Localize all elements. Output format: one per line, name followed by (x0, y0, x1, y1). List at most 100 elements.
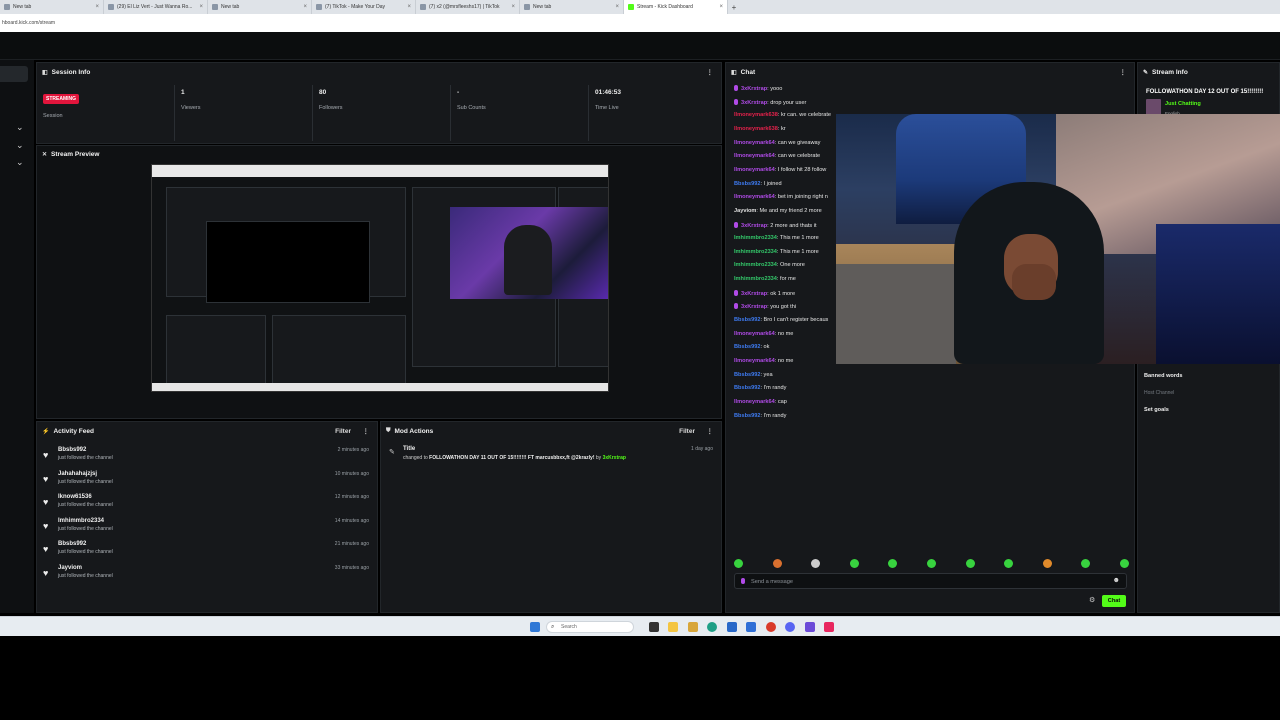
chevron-down-icon[interactable]: ⌄ (16, 122, 24, 133)
chat-username[interactable]: 3xKrxtrap (741, 100, 767, 106)
chevron-down-icon[interactable]: ⌄ (16, 140, 24, 151)
chat-username[interactable]: Bbsbs992 (734, 181, 760, 187)
activity-username[interactable]: Jahahahajzjsj (58, 471, 97, 477)
emote-icon[interactable] (888, 559, 898, 568)
mod-action-user[interactable]: 3xKrxtrap (603, 455, 626, 461)
chat-username[interactable]: llmoneymark64 (734, 167, 775, 173)
chat-username[interactable]: 3xKrxtrap (741, 304, 767, 310)
outlook-icon[interactable] (746, 622, 756, 632)
session-menu-icon[interactable]: ⋮ (707, 68, 714, 76)
activity-username[interactable]: Jayviom (58, 565, 82, 571)
app-icon[interactable] (805, 622, 815, 632)
discord-icon[interactable] (785, 622, 795, 632)
close-icon[interactable]: × (719, 4, 723, 10)
stream-preview-video[interactable] (151, 164, 609, 392)
chat-username[interactable]: Bbsbs992 (734, 372, 760, 378)
send-chat-button[interactable]: Chat (1102, 595, 1126, 607)
emote-icon[interactable] (1004, 559, 1014, 568)
stream-title[interactable]: FOLLOWATHON DAY 12 OUT OF 15!!!!!!!! (1146, 89, 1263, 95)
close-icon[interactable]: × (199, 4, 203, 10)
chat-menu-icon[interactable]: ⋮ (1120, 68, 1127, 76)
activity-feed-header: ⚡ Activity Feed Filter ⋮ (37, 422, 377, 440)
chat-text: ok (763, 344, 770, 351)
emote-icon[interactable] (1042, 559, 1052, 568)
tiktok-icon[interactable] (824, 622, 834, 632)
browser-tab[interactable]: (7) TikTok - Make Your Day × (312, 0, 416, 14)
activity-username[interactable]: Iknow61536 (58, 494, 92, 500)
chat-username[interactable]: 3xKrxtrap (741, 291, 767, 297)
host-channel-label[interactable]: Host Channel (1144, 390, 1174, 396)
chat-username[interactable]: llmoneymark64 (734, 399, 775, 405)
chat-username[interactable]: llmoneymark64 (734, 331, 775, 337)
chat-message-box[interactable]: ☻ (734, 573, 1127, 589)
chat-username[interactable]: Bbsbs992 (734, 413, 760, 419)
chat-username[interactable]: 3xKrxtrap (741, 223, 767, 229)
emote-icon[interactable] (1081, 559, 1091, 568)
chat-username[interactable]: Imhimmbro2334 (734, 262, 777, 268)
close-icon[interactable]: × (407, 4, 411, 10)
chat-username[interactable]: 3xKrxtrap (741, 86, 767, 92)
chrome-icon[interactable] (766, 622, 776, 632)
activity-filter-button[interactable]: Filter (335, 428, 351, 435)
close-icon[interactable]: × (615, 4, 619, 10)
chat-username[interactable]: Imhimmbro2334 (734, 235, 777, 241)
close-icon[interactable]: × (95, 4, 99, 10)
file-explorer-icon[interactable] (668, 622, 678, 632)
stream-category[interactable]: Just Chatting (1165, 101, 1201, 107)
browser-tab[interactable]: (29) El Liz Vert - Just Wanna Ro... × (104, 0, 208, 14)
emote-icon[interactable] (1119, 559, 1129, 568)
windows-start-icon[interactable] (530, 622, 540, 632)
emoji-icon[interactable]: ☻ (1113, 577, 1120, 584)
emote-icon[interactable] (772, 559, 782, 568)
emote-icon[interactable] (926, 559, 936, 568)
banned-words-link[interactable]: Banned words (1144, 373, 1183, 379)
emote-icon[interactable] (965, 559, 975, 568)
set-goals-link[interactable]: Set goals (1144, 407, 1169, 413)
activity-menu-icon[interactable]: ⋮ (363, 427, 370, 435)
store-icon[interactable] (727, 622, 737, 632)
emote-icon[interactable] (734, 559, 743, 568)
activity-username[interactable]: Imhimmbro2334 (58, 518, 104, 524)
chat-username[interactable]: Bbsbs992 (734, 344, 760, 350)
chevron-down-icon[interactable]: ⌄ (16, 157, 24, 168)
activity-username[interactable]: Bbsbs992 (58, 541, 86, 547)
chat-username[interactable]: Imhimmbro2334 (734, 249, 777, 255)
emote-icon[interactable] (849, 559, 859, 568)
browser-tab[interactable]: (7) x2 (@mrsfleeshs17) | TikTok × (416, 0, 520, 14)
browser-tab[interactable]: New tab × (520, 0, 624, 14)
chat-message: llmoneymark64: can we celebrate (734, 153, 820, 159)
mod-menu-icon[interactable]: ⋮ (707, 427, 714, 435)
chat-username[interactable]: Jayviom (734, 208, 756, 214)
browser-tab[interactable]: New tab × (0, 0, 104, 14)
mod-filter-button[interactable]: Filter (679, 428, 695, 435)
close-icon[interactable]: × (303, 4, 307, 10)
chat-username[interactable]: llmoneymark64 (734, 153, 775, 159)
close-icon[interactable]: × (511, 4, 515, 10)
address-bar[interactable]: hboard.kick.com/stream (0, 14, 1280, 32)
chat-input[interactable] (751, 577, 1101, 586)
activity-username[interactable]: Bbsbs992 (58, 447, 86, 453)
chat-username[interactable]: llmoneymark64 (734, 140, 775, 146)
taskbar-search[interactable]: ⌕ Search (546, 621, 634, 633)
rail-active-item[interactable] (0, 66, 28, 82)
chat-username[interactable]: llmoneymark64 (734, 358, 775, 364)
chat-username[interactable]: Imhimmbro2334 (734, 276, 777, 282)
task-view-icon[interactable] (649, 622, 659, 632)
new-tab-button[interactable]: + (728, 3, 740, 12)
chat-username[interactable]: Bbsbs992 (734, 317, 760, 323)
chat-username[interactable]: llmoneymark638 (734, 126, 778, 132)
browser-tab[interactable]: New tab × (208, 0, 312, 14)
chat-text: bet im joining right n (777, 194, 828, 201)
edge-icon[interactable] (707, 622, 717, 632)
folder-icon[interactable] (688, 622, 698, 632)
chat-message: Imhimmbro2334: One more (734, 262, 805, 268)
heart-icon: ♥ (43, 544, 49, 555)
tab-favicon-icon (524, 4, 530, 10)
emote-icon[interactable] (811, 559, 821, 568)
browser-tab[interactable]: Stream - Kick Dashboard × (624, 0, 728, 14)
chat-username[interactable]: Bbsbs992 (734, 385, 760, 391)
chat-username[interactable]: llmoneymark64 (734, 194, 775, 200)
gear-icon[interactable]: ⚙ (1089, 596, 1095, 604)
chat-username[interactable]: llmoneymark638 (734, 112, 778, 118)
chat-message: llmoneymark64: no me (734, 358, 793, 364)
